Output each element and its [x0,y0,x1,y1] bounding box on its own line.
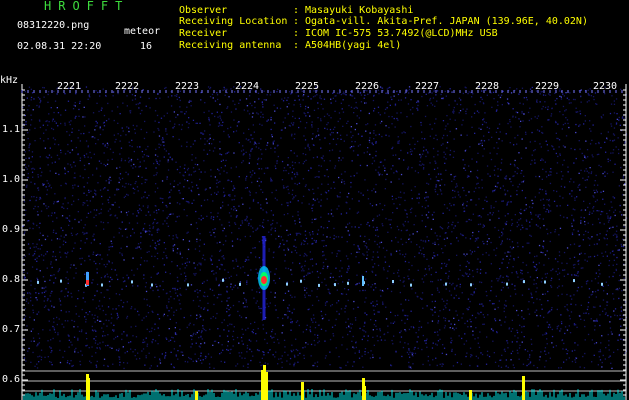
spectrogram [0,0,629,400]
freq-tick-label: 1.1 [2,124,21,135]
time-tick-label: 2221 [57,81,82,92]
time-tick-label: 2224 [235,81,260,92]
freq-tick-label: 0.7 [2,324,21,335]
detect-count: 16 [140,41,153,52]
info-value-receiver: ICOM IC-575 53.7492(@LCD)MHz USB [305,28,498,39]
info-separator: : [293,16,300,27]
time-tick-label: 2228 [475,81,500,92]
time-tick-label: 2229 [535,81,560,92]
info-label-observer: Observer [179,5,228,16]
info-value-observer: Masayuki Kobayashi [305,5,414,16]
freq-unit-label: kHz [0,75,19,86]
info-value-location: Ogata-vill. Akita-Pref. JAPAN (139.96E, … [305,16,588,27]
time-tick-label: 2223 [175,81,200,92]
info-separator: : [293,40,300,51]
freq-tick-label: 0.6 [2,374,21,385]
time-tick-label: 2230 [593,81,618,92]
info-label-antenna: Receiving antenna [179,40,282,51]
timestamp: 02.08.31 22:20 [17,41,102,52]
app-title: HROFFT [44,0,130,13]
time-tick-label: 2225 [295,81,320,92]
info-separator: : [293,28,300,39]
time-tick-label: 2222 [115,81,140,92]
freq-tick-label: 0.8 [2,274,21,285]
file-name: 08312220.png [17,20,90,31]
info-label-location: Receiving Location [179,16,288,27]
freq-tick-label: 0.9 [2,224,21,235]
info-label-receiver: Receiver [179,28,228,39]
freq-tick-label: 1.0 [2,174,21,185]
time-tick-label: 2227 [415,81,440,92]
detect-type-label: meteor [124,26,161,37]
time-tick-label: 2226 [355,81,380,92]
info-separator: : [293,5,300,16]
info-value-antenna: A504HB(yagi 4el) [305,40,402,51]
hrofft-window: HROFFT 08312220.png meteor 02.08.31 22:2… [0,0,629,400]
